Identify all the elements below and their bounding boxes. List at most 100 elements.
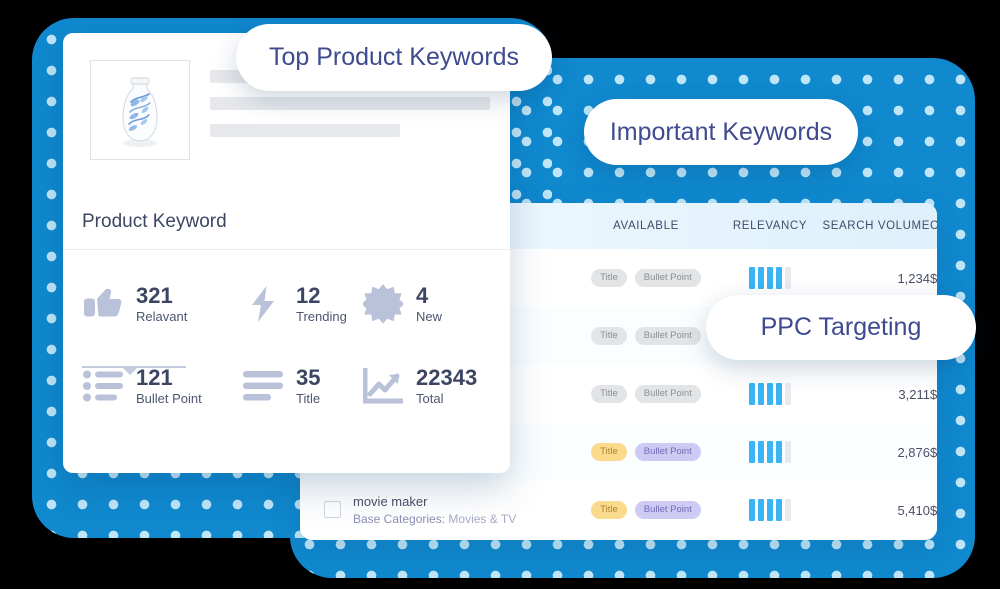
keyword-text: movie maker Base Categories: Movies & TV [353,493,516,527]
pill-important-keywords[interactable]: Important Keywords [584,99,858,165]
trend-chart-icon [362,367,404,405]
relevancy-bar [767,499,773,521]
relevancy-bar [785,441,791,463]
stat-relavant[interactable]: 321 Relavant [82,285,242,323]
cell-relevancy [720,383,820,405]
badge-bullet-point[interactable]: Bullet Point [634,501,701,519]
relevancy-bars [749,383,791,405]
stat-label: New [416,309,443,324]
keyword-base-categories: Base Categories: Movies & TV [353,511,516,527]
stat-value: 121 [136,365,173,390]
placeholder-line [210,124,400,137]
cell-relevancy [720,441,820,463]
column-header-relevancy[interactable]: RELEVANCY [720,220,820,232]
relevancy-bar [767,441,773,463]
bullet-list-icon [82,367,124,405]
cell-keyword: movie maker Base Categories: Movies & TV [300,493,572,527]
cell-cpc-rate: $0.11 [930,386,937,402]
relevancy-bar [749,383,755,405]
relevancy-bar [776,267,782,289]
relevancy-bar [767,383,773,405]
cell-search-volume: 2,876 [897,444,930,460]
cell-search-volume: 1,234 [897,270,930,286]
stat-text: 22343 Total [416,365,478,406]
relevancy-bar [749,267,755,289]
stat-new[interactable]: 4 New [362,283,492,324]
column-header-cpc-rate[interactable]: CPC RATE [930,220,937,232]
cell-search-volume: 3,211 [898,386,930,402]
cell-cpc-rate: $0.32 [930,270,937,286]
cell-available: Title Bullet Point [572,269,720,287]
screenshot-stage: AVAILABLE RELEVANCY SEARCH VOLUME CPC RA… [0,0,1000,589]
relevancy-bar [785,383,791,405]
relevancy-bar [767,267,773,289]
stat-bullet-point[interactable]: 121 Bullet Point [82,367,242,405]
relevancy-bar [776,441,782,463]
cell-available: Title Bullet Point [572,501,720,519]
table-row[interactable]: movie maker Base Categories: Movies & TV T… [300,481,937,539]
starburst-icon [362,284,404,324]
thumbs-up-icon [82,285,124,323]
badge-title[interactable]: Title [591,443,627,461]
badge-title[interactable]: Title [591,501,627,519]
cell-cpc-rate: $0.52 [930,502,937,518]
badge-title[interactable]: Title [591,269,627,287]
divider [63,249,510,250]
relevancy-bars [749,499,791,521]
stat-value: 321 [136,283,173,308]
relevancy-bar [758,441,764,463]
placeholder-line [210,97,490,110]
stat-value: 35 [296,365,321,390]
stat-value: 4 [416,283,429,308]
stat-text: 12 Trending [296,283,347,324]
cell-relevancy [720,267,820,289]
cell-available: Title Bullet Point [572,443,720,461]
base-categories-value: Movies & TV [448,511,517,526]
stat-title[interactable]: 35 Title [242,367,362,405]
stat-label: Title [296,391,321,406]
relevancy-bar [776,499,782,521]
pill-top-product-keywords[interactable]: Top Product Keywords [236,24,552,91]
relevancy-bar [758,499,764,521]
badge-bullet-point[interactable]: Bullet Point [634,443,701,461]
badge-title[interactable]: Title [591,385,627,403]
pill-ppc-targeting[interactable]: PPC Targeting [706,295,976,360]
badge-bullet-point[interactable]: Bullet Point [634,385,701,403]
product-thumbnail[interactable] [90,60,190,160]
column-header-search-volume[interactable]: SEARCH VOLUME [820,220,930,232]
porcelain-vase-image [122,77,158,147]
product-stats-grid: 321 Relavant 12 Trending 4 New 121 Bullet Point… [82,283,502,405]
relevancy-bar [776,383,782,405]
stat-label: Total [416,391,444,406]
stat-value: 22343 [416,365,478,390]
cell-available: Title Bullet Point [572,385,720,403]
cell-cpc-rate: $1.02 [930,444,937,460]
pill-ppc-targeting-label: PPC Targeting [760,313,922,341]
row-checkbox[interactable] [324,501,341,519]
stat-trending[interactable]: 12 Trending [242,285,362,323]
stat-label: Relavant [136,309,188,324]
column-header-available[interactable]: AVAILABLE [572,220,720,232]
relevancy-bars [749,267,791,289]
stat-text: 321 Relavant [136,283,188,324]
badge-bullet-point[interactable]: Bullet Point [634,327,701,345]
stat-text: 35 Title [296,365,321,406]
cell-relevancy [720,499,820,521]
pill-top-product-keywords-label: Top Product Keywords [268,43,520,71]
relevancy-bar [749,441,755,463]
relevancy-bar [758,383,764,405]
cell-search-volume: 5,410 [897,502,930,518]
stat-text: 4 New [416,283,443,324]
badge-bullet-point[interactable]: Bullet Point [634,269,701,287]
stat-label: Bullet Point [136,391,202,406]
base-categories-label: Base Categories: [353,511,446,526]
badge-title[interactable]: Title [591,327,627,345]
cell-available: Title Bullet Point [572,327,720,345]
relavant-selected-caret [123,368,137,375]
pill-important-keywords-label: Important Keywords [609,117,833,146]
relevancy-bar [758,267,764,289]
stat-total[interactable]: 22343 Total [362,367,492,405]
relevancy-bar [785,267,791,289]
lines-icon [242,367,284,405]
stat-value: 12 [296,283,321,308]
